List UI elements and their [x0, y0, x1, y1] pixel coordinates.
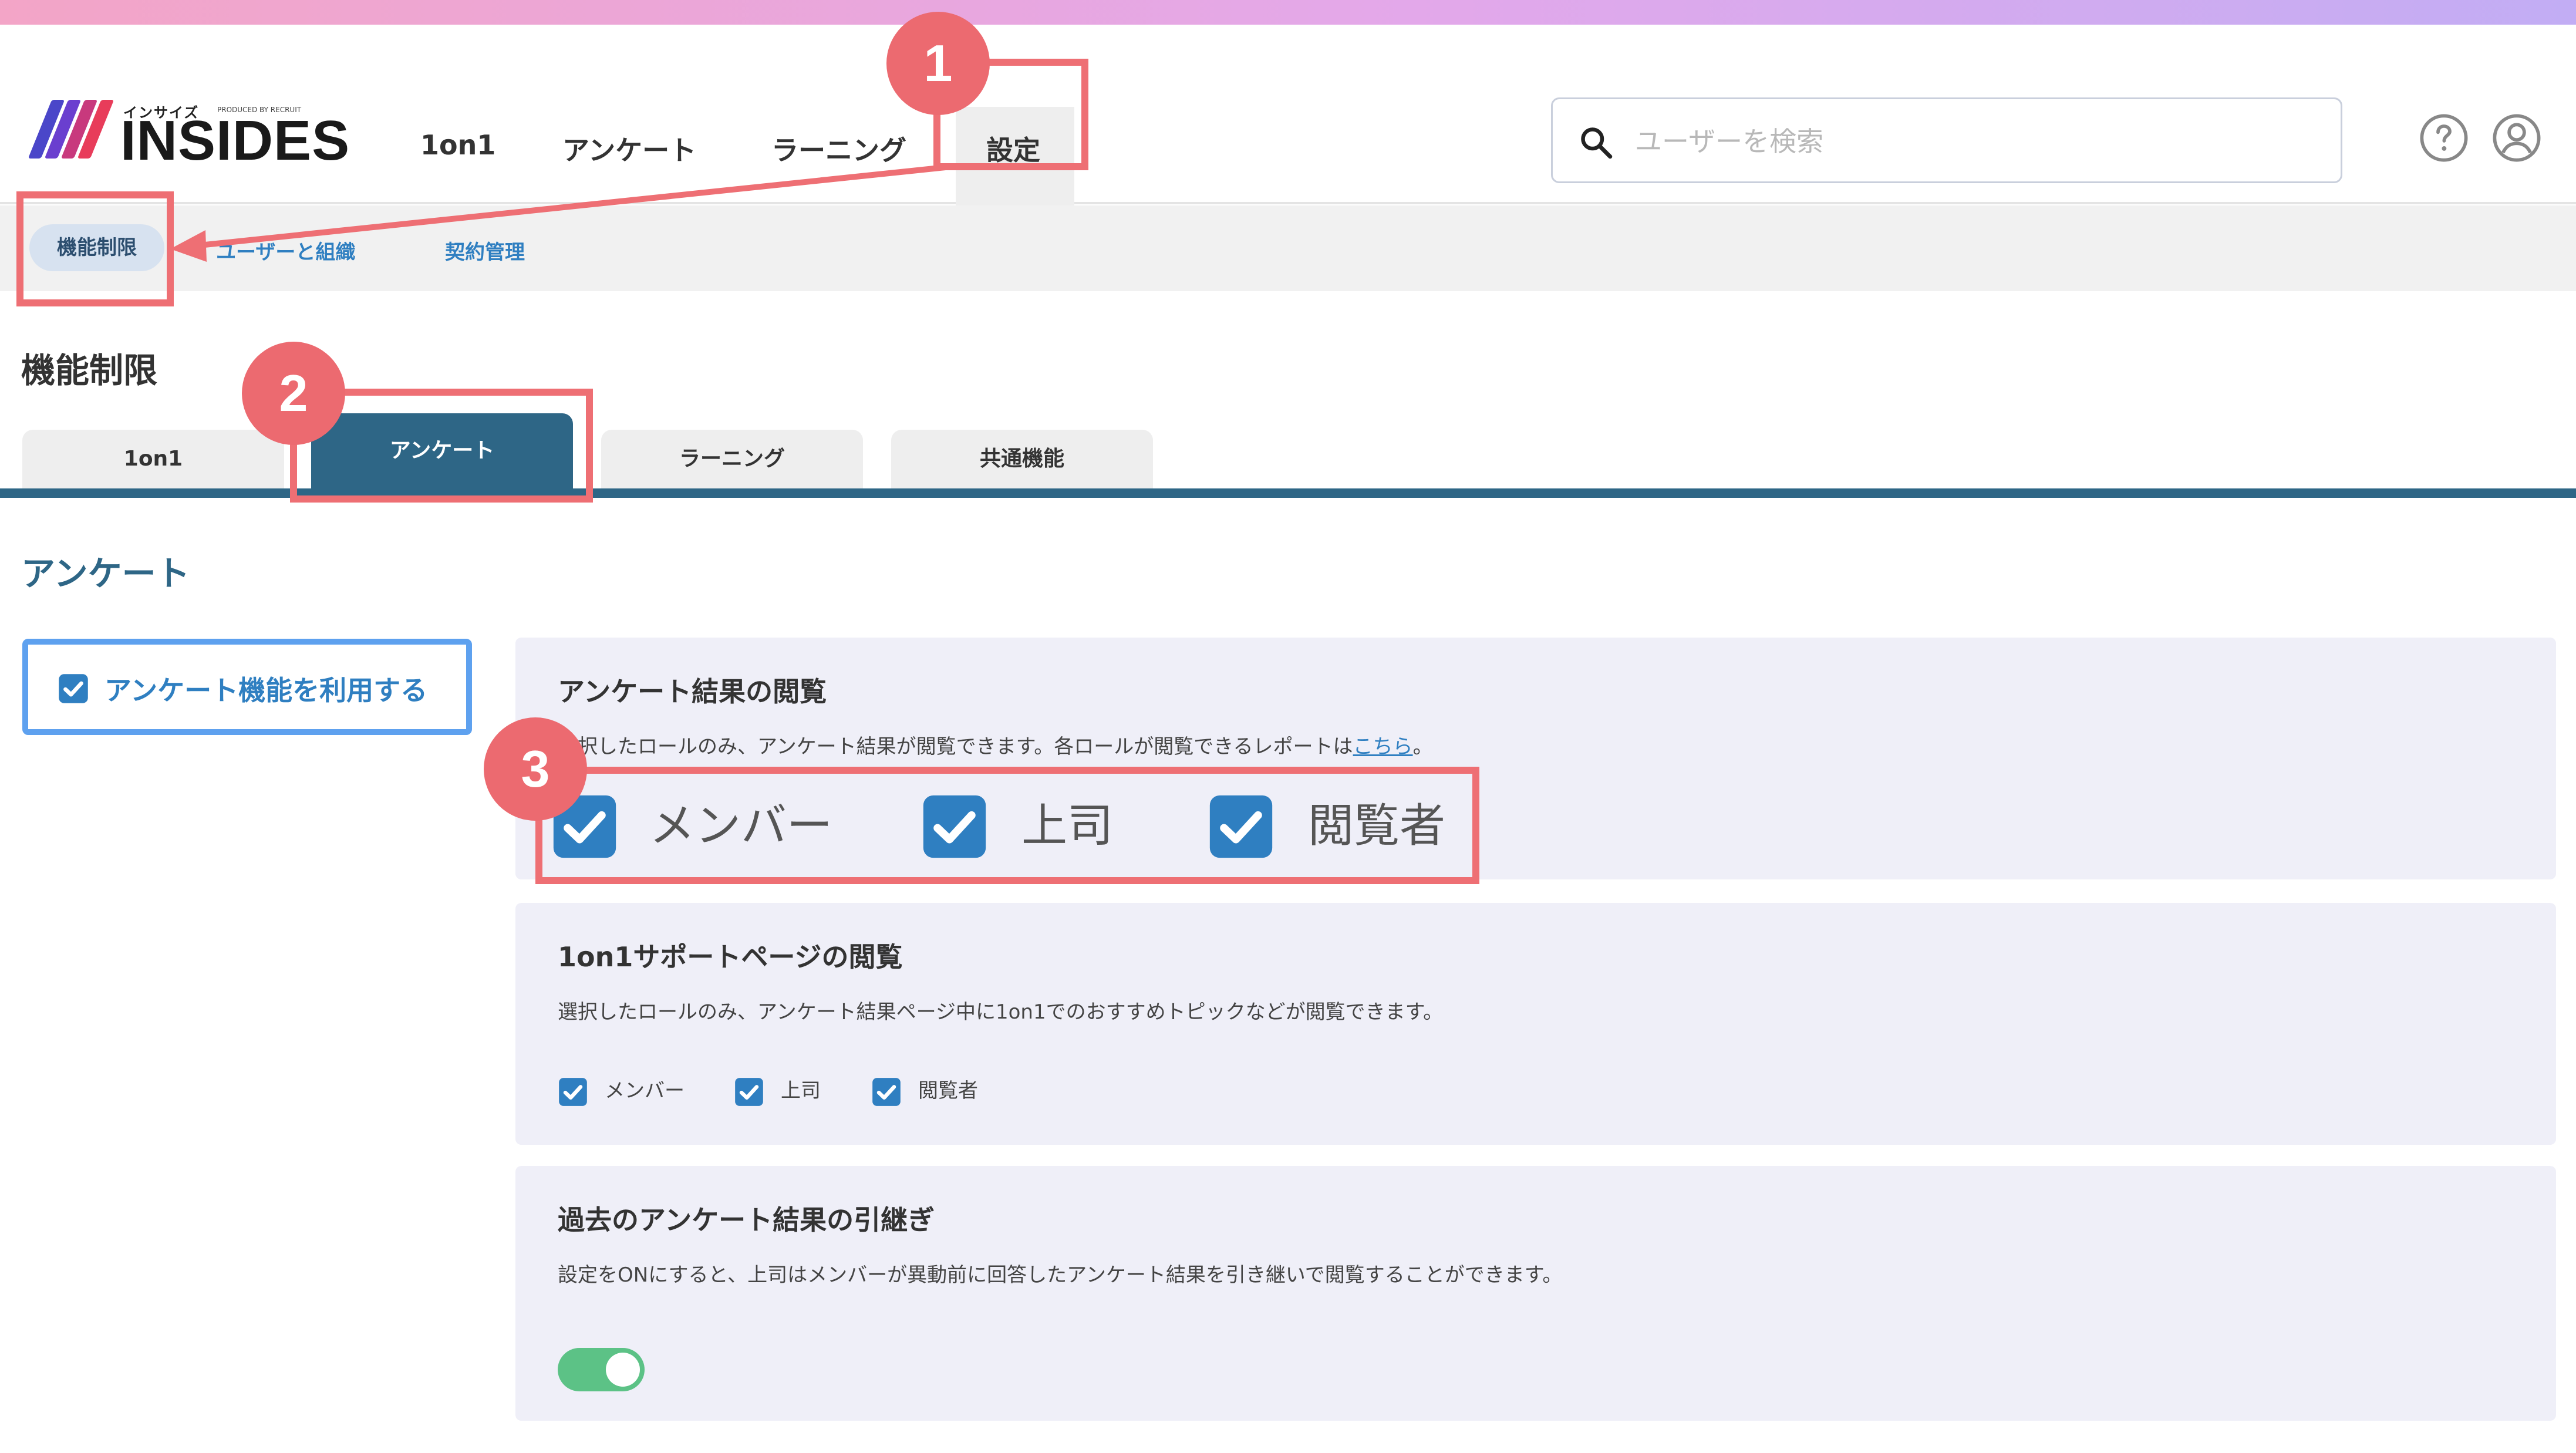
card-description: 設定をONにすると、上司はメンバーが異動前に回答したアンケート結果を引き継いで閲…: [558, 1263, 1563, 1287]
card-title: 過去のアンケート結果の引継ぎ: [558, 1204, 935, 1236]
nav-survey[interactable]: アンケート: [562, 129, 696, 168]
survey-enable-checkbox[interactable]: アンケート機能を利用する: [22, 639, 472, 735]
desc-text: 選択したロールのみ、アンケート結果が閲覧できます。各ロールが閲覧できるレポートは: [558, 735, 1353, 758]
carryover-toggle[interactable]: [558, 1348, 645, 1391]
annotation-badge-2: 2: [242, 342, 345, 445]
support-boss-label: 上司: [781, 1079, 821, 1103]
highlight-feature-restriction: [16, 191, 174, 306]
highlight-role-checkboxes: [535, 767, 1479, 884]
checkbox-checked-icon: [59, 674, 88, 703]
desc-suffix: 。: [1412, 735, 1433, 758]
card-description: 選択したロールのみ、アンケート結果が閲覧できます。各ロールが閲覧できるレポートは…: [558, 730, 1433, 759]
annotation-badge-3: 3: [484, 717, 587, 821]
card-1on1-support: 1on1サポートページの閲覧 選択したロールのみ、アンケート結果ページ中に1on…: [515, 903, 2556, 1145]
insides-logo[interactable]: インサイズ PRODUCED BY RECRUIT INSIDES: [28, 77, 349, 171]
nav-1on1[interactable]: 1on1: [420, 129, 495, 161]
support-member-checkbox[interactable]: [558, 1077, 588, 1107]
help-icon[interactable]: [2419, 113, 2469, 163]
app-header: インサイズ PRODUCED BY RECRUIT INSIDES 1on1 ア…: [0, 25, 2576, 229]
card-title: 1on1サポートページの閲覧: [558, 941, 903, 973]
section-title: アンケート: [21, 554, 190, 594]
report-link[interactable]: こちら: [1353, 735, 1413, 758]
toggle-knob: [606, 1353, 640, 1387]
user-account-icon[interactable]: [2491, 113, 2542, 163]
user-search-box[interactable]: [1551, 97, 2342, 183]
settings-subnav: 機能制限 ユーザーと組織 契約管理: [0, 205, 2576, 291]
card-title: アンケート結果の閲覧: [558, 676, 827, 707]
logo-stripes-icon: [28, 100, 114, 159]
card-description: 選択したロールのみ、アンケート結果ページ中に1on1でのおすすめトピックなどが閲…: [558, 1000, 1444, 1024]
tab-learning[interactable]: ラーニング: [601, 430, 863, 488]
top-gradient-bar: [0, 0, 2576, 25]
annotation-badge-1: 1: [886, 12, 990, 115]
search-icon: [1581, 127, 1613, 159]
subnav-users-and-org[interactable]: ユーザーと組織: [216, 236, 355, 265]
page-title: 機能制限: [21, 350, 158, 390]
tab-common[interactable]: 共通機能: [891, 430, 1153, 488]
tab-1on1[interactable]: 1on1: [22, 430, 284, 488]
support-member-label: メンバー: [605, 1079, 685, 1103]
card-result-carryover: 過去のアンケート結果の引継ぎ 設定をONにすると、上司はメンバーが異動前に回答し…: [515, 1166, 2556, 1421]
support-boss-checkbox[interactable]: [734, 1077, 764, 1107]
logo-text: INSIDES: [120, 109, 350, 172]
nav-learning[interactable]: ラーニング: [771, 129, 906, 168]
survey-enable-label: アンケート機能を利用する: [104, 675, 428, 706]
subnav-contract[interactable]: 契約管理: [445, 236, 525, 265]
support-viewer-checkbox[interactable]: [871, 1077, 902, 1107]
support-viewer-label: 閲覧者: [918, 1079, 978, 1103]
search-input[interactable]: [1635, 117, 2316, 166]
